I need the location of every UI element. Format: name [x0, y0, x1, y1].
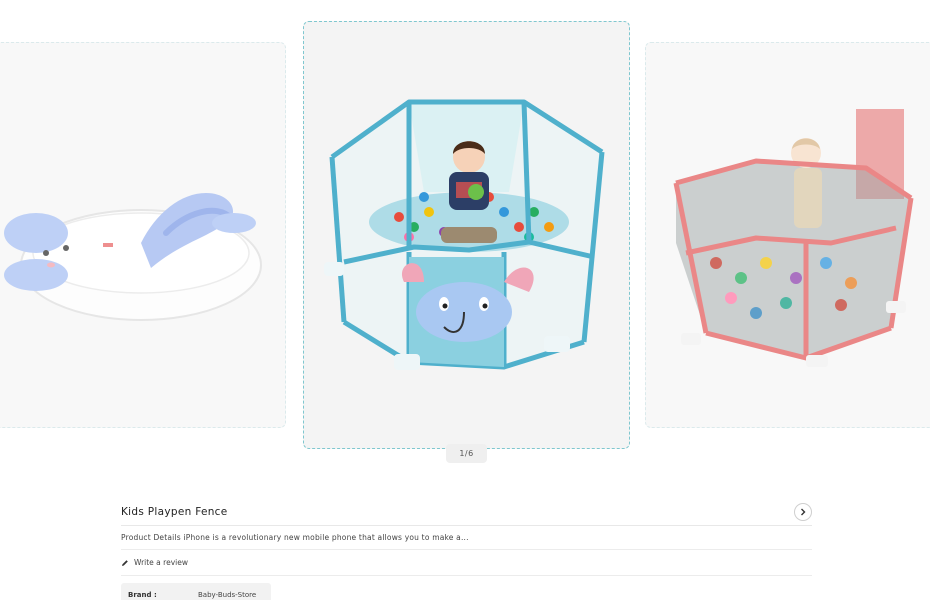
product-title: Kids Playpen Fence	[121, 505, 228, 518]
details-arrow-button[interactable]	[794, 502, 812, 521]
write-review-label: Write a review	[134, 558, 188, 567]
description-row: Product Details iPhone is a revolutionar…	[121, 526, 812, 550]
pencil-icon	[122, 559, 128, 566]
product-details: Kids Playpen Fence Product Details iPhon…	[121, 498, 812, 600]
brand-label: Brand :	[128, 591, 157, 599]
carousel-slide-active[interactable]	[303, 21, 630, 449]
product-image-carousel[interactable]: 1/6	[0, 0, 930, 470]
brand-value: Baby-Buds-Store	[198, 591, 257, 599]
write-review-link[interactable]: Write a review	[121, 550, 812, 576]
brand-info: Brand : Baby-Buds-Store	[121, 583, 271, 600]
carousel-slide-bathtub[interactable]	[0, 42, 286, 428]
product-description: Product Details iPhone is a revolutionar…	[121, 533, 469, 542]
title-row: Kids Playpen Fence	[121, 498, 812, 526]
bathtub-image	[4, 193, 262, 321]
red-playpen-image	[673, 109, 914, 367]
slide-counter: 1/6	[446, 444, 487, 463]
carousel-slide-red-playpen[interactable]	[645, 42, 930, 428]
chevron-right-icon	[801, 508, 806, 515]
playpen-image	[324, 99, 605, 370]
